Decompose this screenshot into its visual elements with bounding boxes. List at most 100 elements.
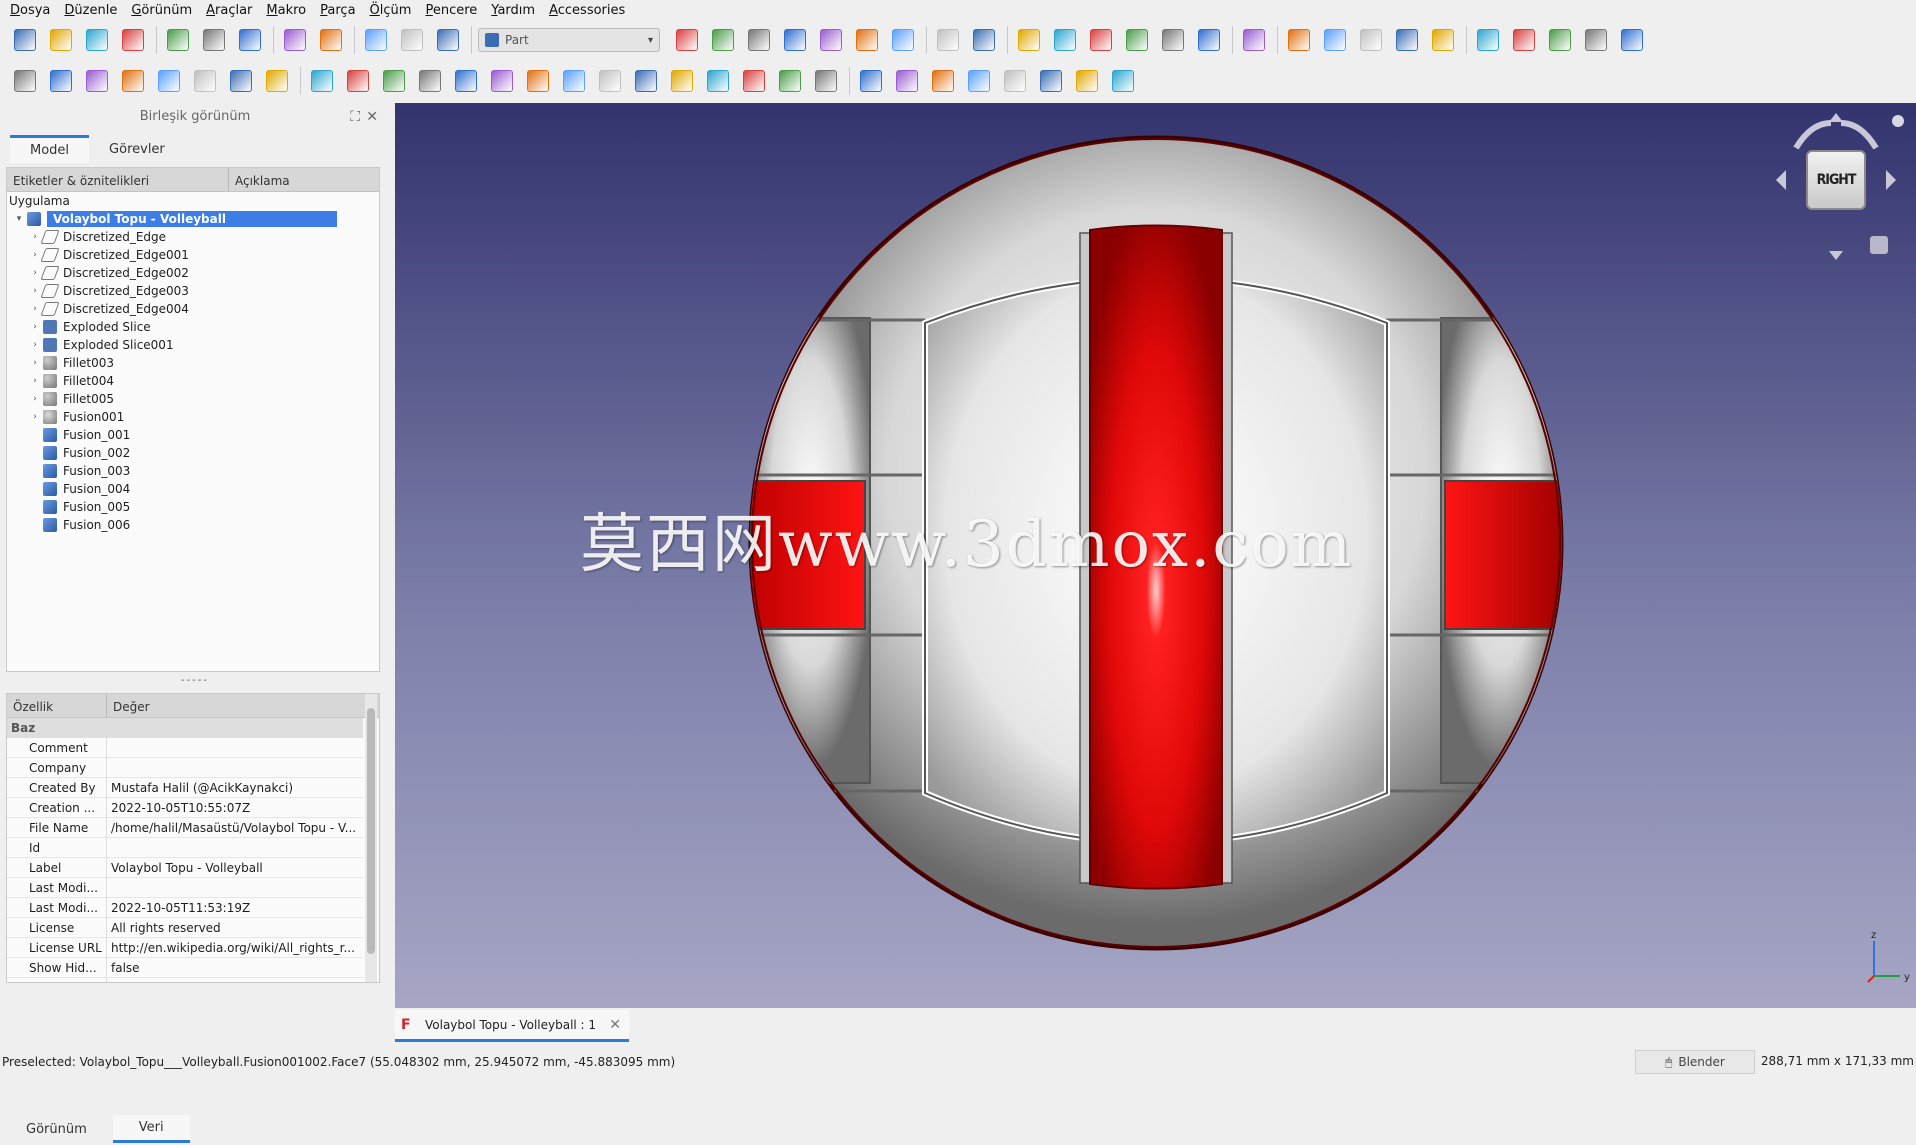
defeaturing-icon[interactable] (1108, 66, 1138, 96)
scrollbar-thumb[interactable] (367, 708, 375, 954)
menu-pencere[interactable]: Pencere (425, 3, 477, 18)
tree-item[interactable]: › Fillet003 (7, 354, 379, 372)
fit-all-icon[interactable] (672, 25, 702, 55)
join-icon[interactable] (1000, 66, 1030, 96)
property-row[interactable]: License All rights reserved (7, 917, 363, 938)
bottom-view-icon[interactable] (1158, 25, 1188, 55)
forward-icon[interactable] (852, 25, 882, 55)
bounding-box-icon[interactable] (780, 25, 810, 55)
paste-icon[interactable] (235, 25, 265, 55)
tree-item[interactable]: › Discretized_Edge (7, 228, 379, 246)
property-row[interactable]: Company (7, 757, 363, 778)
make-face-icon[interactable] (487, 66, 517, 96)
top-view-icon[interactable] (1050, 25, 1080, 55)
measure-refresh-icon[interactable] (1356, 25, 1386, 55)
sphere-icon[interactable] (82, 66, 112, 96)
menu-makro[interactable]: Makro (266, 3, 306, 18)
open-file-icon[interactable] (46, 25, 76, 55)
refresh-icon[interactable] (397, 25, 427, 55)
float-icon[interactable]: ⛶ (350, 109, 360, 125)
offset-icon[interactable] (703, 66, 733, 96)
property-row[interactable]: Label Volaybol Topu - Volleyball (7, 857, 363, 878)
tree-item[interactable]: › Exploded Slice001 (7, 336, 379, 354)
front-view-icon[interactable] (1014, 25, 1044, 55)
left-view-icon[interactable] (1194, 25, 1224, 55)
cut-icon[interactable] (892, 66, 922, 96)
compound-icon[interactable] (811, 66, 841, 96)
tree-item[interactable]: Fusion_003 (7, 462, 379, 480)
measure-toggle-delta-icon[interactable] (1473, 25, 1503, 55)
menu-d-zenle[interactable]: Düzenle (64, 3, 117, 18)
property-row[interactable]: License URL http://en.wikipedia.org/wiki/… (7, 937, 363, 958)
print-icon[interactable] (118, 25, 148, 55)
tree-col-description[interactable]: Açıklama (229, 168, 296, 191)
right-red-band[interactable] (1444, 480, 1565, 630)
property-row[interactable]: Comment (7, 737, 363, 758)
property-row[interactable]: Created By Mustafa Halil (@AcikKaynakci) (7, 777, 363, 798)
macro-record-icon[interactable] (361, 25, 391, 55)
draw-style-icon[interactable] (744, 25, 774, 55)
menu--l-m[interactable]: Ölçüm (370, 3, 412, 18)
revolve-icon[interactable] (343, 66, 373, 96)
menu-accessories[interactable]: Accessories (549, 3, 625, 18)
tree-item[interactable]: › Discretized_Edge001 (7, 246, 379, 264)
collapse-arrow-icon[interactable]: ▾ (11, 214, 27, 224)
props-scrollbar[interactable] (365, 694, 377, 982)
menu-dosya[interactable]: Dosya (10, 3, 50, 18)
check-geometry-icon[interactable] (1072, 66, 1102, 96)
measure-angular-icon[interactable] (1320, 25, 1350, 55)
cross-sections-icon[interactable] (667, 66, 697, 96)
document-tab[interactable]: F Volaybol Topu - Volleyball : 1 ✕ (395, 1010, 629, 1042)
back-icon[interactable] (816, 25, 846, 55)
navigation-cube[interactable]: RIGHT (1766, 108, 1906, 268)
shape-builder-icon[interactable] (262, 66, 292, 96)
cone-icon[interactable] (118, 66, 148, 96)
tree-item[interactable]: › Discretized_Edge002 (7, 264, 379, 282)
property-row[interactable]: Creation ... 2022-10-05T10:55:07Z (7, 797, 363, 818)
group-icon[interactable] (1545, 25, 1575, 55)
measure-icon[interactable] (1239, 25, 1269, 55)
right-view-icon[interactable] (1086, 25, 1116, 55)
extrude-icon[interactable] (307, 66, 337, 96)
fuse-icon[interactable] (928, 66, 958, 96)
sync-view-icon[interactable] (888, 25, 918, 55)
menu-g-r-n-m[interactable]: Görünüm (131, 3, 192, 18)
cylinder-icon[interactable] (46, 66, 76, 96)
navigation-style-button[interactable]: 🖱 Blender (1635, 1050, 1755, 1074)
props-group-base[interactable]: Baz (7, 718, 363, 738)
rear-view-icon[interactable] (1122, 25, 1152, 55)
cut-icon[interactable] (163, 25, 193, 55)
props-col-value[interactable]: Değer (107, 694, 156, 717)
property-row[interactable]: Tip (7, 977, 363, 982)
ruled-surface-icon[interactable] (523, 66, 553, 96)
tree-item[interactable]: Fusion_001 (7, 426, 379, 444)
primitives-icon[interactable] (226, 66, 256, 96)
panel-splitter[interactable]: ----- (0, 675, 390, 686)
isometric-icon[interactable] (969, 25, 999, 55)
new-file-icon[interactable] (10, 25, 40, 55)
close-tab-icon[interactable]: ✕ (609, 1017, 621, 1033)
tree-item[interactable]: Fusion_002 (7, 444, 379, 462)
torus-icon[interactable] (154, 66, 184, 96)
tab-data[interactable]: Veri (112, 1115, 190, 1143)
part-icon[interactable] (1509, 25, 1539, 55)
property-row[interactable]: Show Hid... false (7, 957, 363, 978)
sweep-icon[interactable] (595, 66, 625, 96)
projection-icon[interactable] (775, 66, 805, 96)
workbench-selector[interactable]: Part ▾ (478, 28, 660, 52)
tab-view[interactable]: Görünüm (0, 1115, 113, 1143)
property-value[interactable]: /home/halil/Masaüstü/Volaybol Topu - V..… (107, 821, 363, 835)
close-icon[interactable]: ✕ (366, 109, 378, 125)
measure-linear-icon[interactable] (1284, 25, 1314, 55)
undo-icon[interactable] (280, 25, 310, 55)
menu-ara-lar[interactable]: Araçlar (206, 3, 252, 18)
property-value[interactable]: http://en.wikipedia.org/wiki/All_rights_… (107, 941, 363, 955)
chamfer-icon[interactable] (451, 66, 481, 96)
fillet-icon[interactable] (415, 66, 445, 96)
tube-icon[interactable] (190, 66, 220, 96)
measure-toggle-3d-icon[interactable] (1428, 25, 1458, 55)
thickness-icon[interactable] (739, 66, 769, 96)
props-col-property[interactable]: Özellik (7, 694, 107, 717)
tree-item[interactable]: Fusion_004 (7, 480, 379, 498)
box-icon[interactable] (10, 66, 40, 96)
